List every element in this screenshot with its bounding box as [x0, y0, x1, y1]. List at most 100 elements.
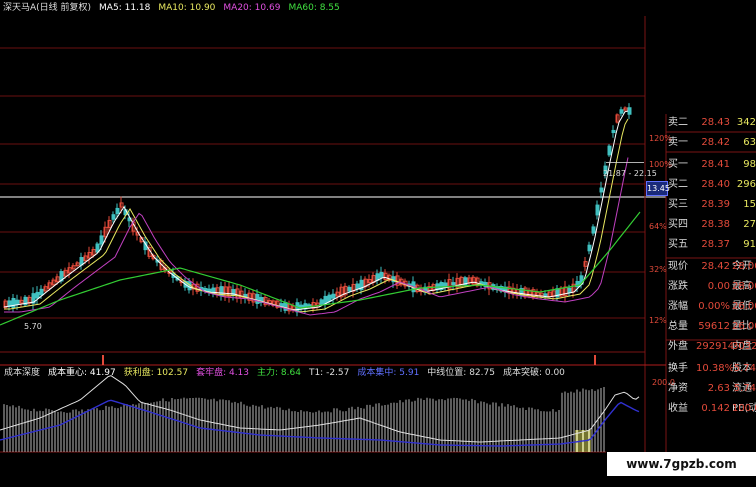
order-book-price: 28.39 — [701, 199, 730, 210]
order-book-price: 28.38 — [701, 219, 730, 230]
stat-label: 涨幅 — [668, 301, 688, 312]
ma10-line — [4, 118, 629, 313]
indicator-histogram — [3, 387, 605, 452]
stat-label: 外盘 — [668, 341, 688, 352]
quote-stat-row: 外盘292914内盘303210 — [666, 338, 756, 356]
quote-stat-row: 总量59612量比26.00 — [666, 318, 756, 336]
stat-value-2: 5.74 — [733, 383, 756, 394]
candle-body — [207, 288, 212, 292]
ind-breakthrough: 成本突破: 0.00 — [502, 368, 565, 378]
order-book-row: 买三 28.39 15 — [666, 196, 756, 214]
order-book-volume: 63 — [743, 137, 756, 148]
ma60-line — [0, 211, 641, 326]
stat-value-2: 303210 — [732, 341, 756, 352]
candle-body — [39, 288, 44, 296]
site-watermark: www.7gpzb.com — [607, 452, 756, 476]
ind-trapped: 套牢盘: 4.13 — [196, 368, 250, 378]
stock-chart-window[interactable]: 深天马A(日线 前复权) MA5: 11.18 MA10: 10.90 MA20… — [0, 0, 756, 487]
order-book-price: 28.37 — [701, 239, 730, 250]
candle-body — [627, 107, 632, 115]
quote-stat-row: 涨幅0.00%最低26.00 — [666, 298, 756, 316]
stat-label: 净资 — [668, 383, 688, 394]
candle-body — [619, 109, 624, 114]
order-book-price: 28.41 — [701, 159, 730, 170]
stat-value: 2.63 — [707, 383, 730, 394]
order-book-row: 买四 28.38 27 — [666, 216, 756, 234]
order-book-label: 买二 — [668, 179, 688, 190]
candle-body — [543, 293, 548, 297]
order-book-volume: 91 — [743, 239, 756, 250]
stat-value: 292914 — [696, 341, 735, 352]
candle-body — [355, 283, 360, 290]
stat-value: 0.142 — [701, 403, 730, 414]
order-book-price: 28.42 — [701, 137, 730, 148]
order-book-volume: 296 — [736, 179, 756, 190]
order-book-label: 卖二 — [668, 117, 688, 128]
candle-body — [567, 287, 572, 294]
candle-body — [319, 299, 324, 306]
candle-body — [599, 187, 604, 193]
candle-body — [587, 244, 592, 252]
stat-value-2: 26.00 — [732, 301, 756, 312]
order-book-label: 买五 — [668, 239, 688, 250]
ind-mid-position: 中线位置: 82.75 — [427, 368, 495, 378]
order-book-row: 买一 28.41 98 — [666, 156, 756, 174]
moving-average-lines — [0, 110, 644, 365]
quote-stat-row: 净资 2.63 流通 5.74 — [666, 380, 756, 398]
ind-t1: T1: -2.57 — [308, 368, 350, 378]
order-book-label: 买四 — [668, 219, 688, 230]
candle-body — [35, 291, 40, 299]
candle-body — [331, 293, 336, 299]
ind-profit: 获利盘: 102.57 — [123, 368, 189, 378]
candle-body — [95, 243, 100, 253]
stat-label: 总量 — [668, 321, 688, 332]
ind-main: 主力: 8.64 — [257, 368, 301, 378]
order-book-row: 买五 28.37 91 — [666, 236, 756, 254]
stat-value: 10.38% — [696, 363, 735, 374]
range-marker — [606, 162, 644, 163]
stat-value-2: 26.00 — [732, 321, 756, 332]
crosshair-price-tag: 13.45 — [646, 181, 670, 196]
candle-body — [11, 297, 16, 309]
candle-body — [591, 226, 596, 234]
order-book-row: 卖二 28.43 342 — [666, 114, 756, 132]
stat-value-2: 5.74 — [733, 363, 756, 374]
candle-body — [99, 235, 104, 245]
candle-body — [379, 271, 384, 279]
quote-stat-row: 涨跌0.00最高28.00 — [666, 278, 756, 296]
quote-stat-row: 现价28.42今开28.00 — [666, 258, 756, 276]
stat-label: 收益 — [668, 403, 688, 414]
stat-label: 换手 — [668, 363, 688, 374]
candle-body — [115, 207, 120, 215]
stat-value: 0.00 — [707, 281, 730, 292]
indicator-header: 成本深度 成本重心: 41.97 获利盘: 102.57 套牢盘: 4.13 主… — [3, 367, 566, 380]
order-book-label: 买三 — [668, 199, 688, 210]
stat-label: 涨跌 — [668, 281, 688, 292]
stat-value-2: 28.00 — [732, 261, 756, 272]
order-book-row: 卖一 28.42 63 — [666, 134, 756, 152]
candle-body — [595, 204, 600, 216]
order-book-row: 买二 28.40 296 — [666, 176, 756, 194]
ind-title[interactable]: 成本深度 — [3, 367, 41, 380]
ma5-line — [3, 110, 629, 311]
order-book-price: 28.43 — [701, 117, 730, 128]
axis-pct-label: 12% — [649, 316, 667, 325]
candle-body — [15, 299, 20, 305]
ind-cost-center: 成本重心: 41.97 — [48, 368, 116, 378]
stat-value-2: 100.0 — [732, 403, 756, 414]
quote-stat-row: 换手 10.38% 股本 5.74 — [666, 360, 756, 378]
time-marker — [102, 355, 104, 365]
low-price-label: 5.70 — [24, 322, 42, 331]
price-grid — [0, 16, 756, 453]
stat-value: 59612 — [698, 321, 730, 332]
candle-body — [255, 293, 260, 304]
order-book-label: 买一 — [668, 159, 688, 170]
order-book-volume: 98 — [743, 159, 756, 170]
axis-pct-label: 32% — [649, 265, 667, 274]
kline-canvas[interactable] — [0, 0, 756, 487]
candle-body — [327, 294, 332, 302]
candle-body — [611, 129, 616, 134]
stat-value: 0.00% — [698, 301, 730, 312]
order-book-volume: 342 — [736, 117, 756, 128]
price-range-label: 21.87 - 22.15 — [603, 169, 657, 178]
